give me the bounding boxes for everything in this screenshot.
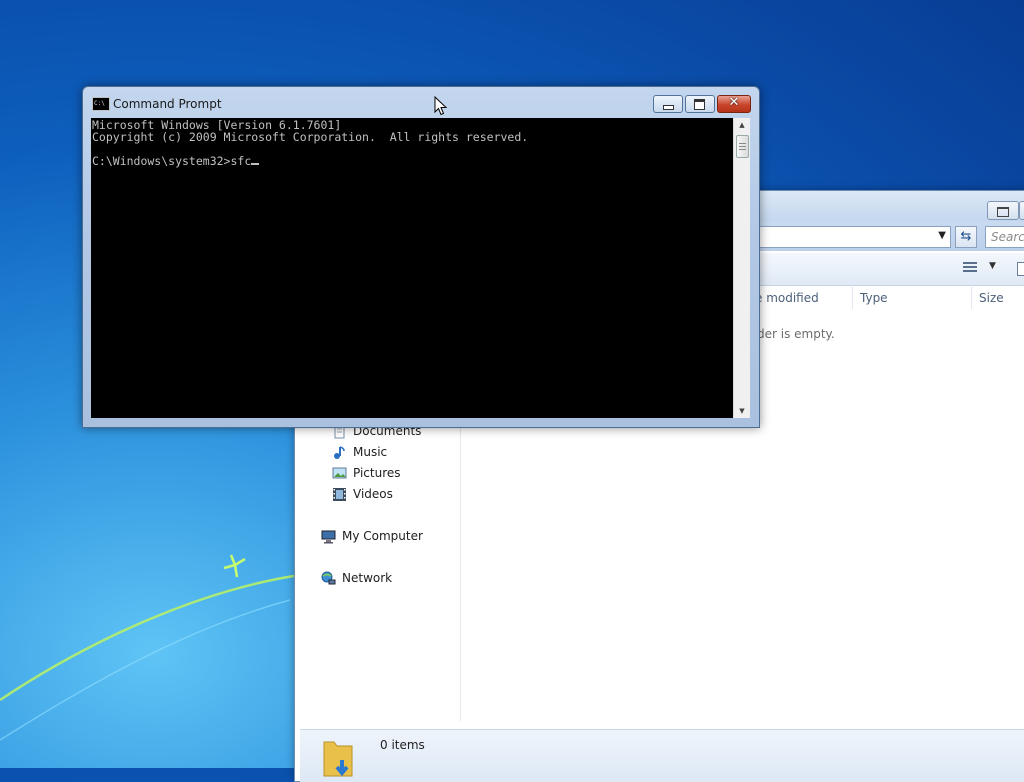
maximize-icon (694, 99, 705, 110)
mouse-pointer-icon (434, 96, 448, 116)
details-pane: 0 items (300, 729, 1024, 782)
column-divider[interactable] (852, 285, 853, 309)
item-count: 0 items (380, 738, 425, 752)
refresh-icon: ⇆ (960, 229, 972, 244)
views-icon[interactable] (963, 262, 977, 274)
console-line: Copyright (c) 2009 Microsoft Corporation… (92, 130, 529, 144)
explorer-maximize-button[interactable] (987, 201, 1019, 220)
minimize-icon (663, 105, 674, 110)
nav-item-videos[interactable]: Videos (332, 484, 393, 504)
text-caret (251, 163, 260, 165)
console-output[interactable]: Microsoft Windows [Version 6.1.7601] Cop… (91, 118, 733, 418)
column-headers: e modified Type Size (755, 285, 1024, 311)
minimize-button[interactable] (653, 95, 683, 113)
nav-item-my-computer[interactable]: My Computer (321, 526, 423, 546)
nav-label: Pictures (353, 466, 401, 480)
explorer-close-button[interactable] (1019, 201, 1024, 220)
views-dropdown-icon[interactable]: ▼ (989, 261, 996, 271)
search-input[interactable]: Search (985, 226, 1024, 248)
scrollbar-thumb[interactable] (736, 135, 749, 158)
console-input: C:\Windows\system32>sfc (92, 154, 252, 168)
nav-item-pictures[interactable]: Pictures (332, 463, 401, 483)
close-button[interactable]: ✕ (717, 95, 751, 113)
column-date-modified[interactable]: e modified (755, 291, 819, 305)
window-controls: ✕ (651, 95, 751, 113)
navigation-pane: Documents Music Pictures Videos My Compu… (300, 421, 461, 721)
music-icon (332, 445, 347, 460)
computer-icon (321, 529, 336, 544)
refresh-button[interactable]: ⇆ (955, 226, 977, 248)
column-size[interactable]: Size (979, 291, 1004, 305)
nav-label: My Computer (342, 529, 423, 543)
nav-item-network[interactable]: Network (321, 568, 392, 588)
maximize-icon (997, 207, 1009, 217)
network-icon (321, 571, 336, 586)
pictures-icon (332, 466, 347, 481)
videos-icon (332, 487, 347, 502)
vertical-scrollbar[interactable]: ▲ ▼ (733, 118, 750, 418)
scroll-down-icon[interactable]: ▼ (734, 404, 750, 418)
nav-label: Network (342, 571, 393, 585)
column-type[interactable]: Type (860, 291, 888, 305)
chevron-down-icon[interactable]: ▼ (938, 230, 946, 241)
nav-label: Music (353, 445, 388, 459)
scroll-up-icon[interactable]: ▲ (734, 118, 750, 132)
console-prompt-line: C:\Windows\system32>sfc (92, 154, 260, 168)
cmd-icon[interactable]: C:\ (92, 97, 110, 111)
folder-icon (320, 734, 356, 778)
empty-folder-message: der is empty. (757, 327, 835, 341)
preview-pane-button[interactable] (1017, 262, 1024, 276)
nav-label: Videos (353, 487, 393, 501)
close-icon: ✕ (728, 95, 740, 110)
nav-item-music[interactable]: Music (332, 442, 387, 462)
command-prompt-window: C:\ Command Prompt ✕ Microsoft Windows [… (82, 86, 760, 428)
window-title: Command Prompt (113, 97, 222, 111)
maximize-button[interactable] (685, 95, 715, 113)
column-divider[interactable] (971, 285, 972, 309)
